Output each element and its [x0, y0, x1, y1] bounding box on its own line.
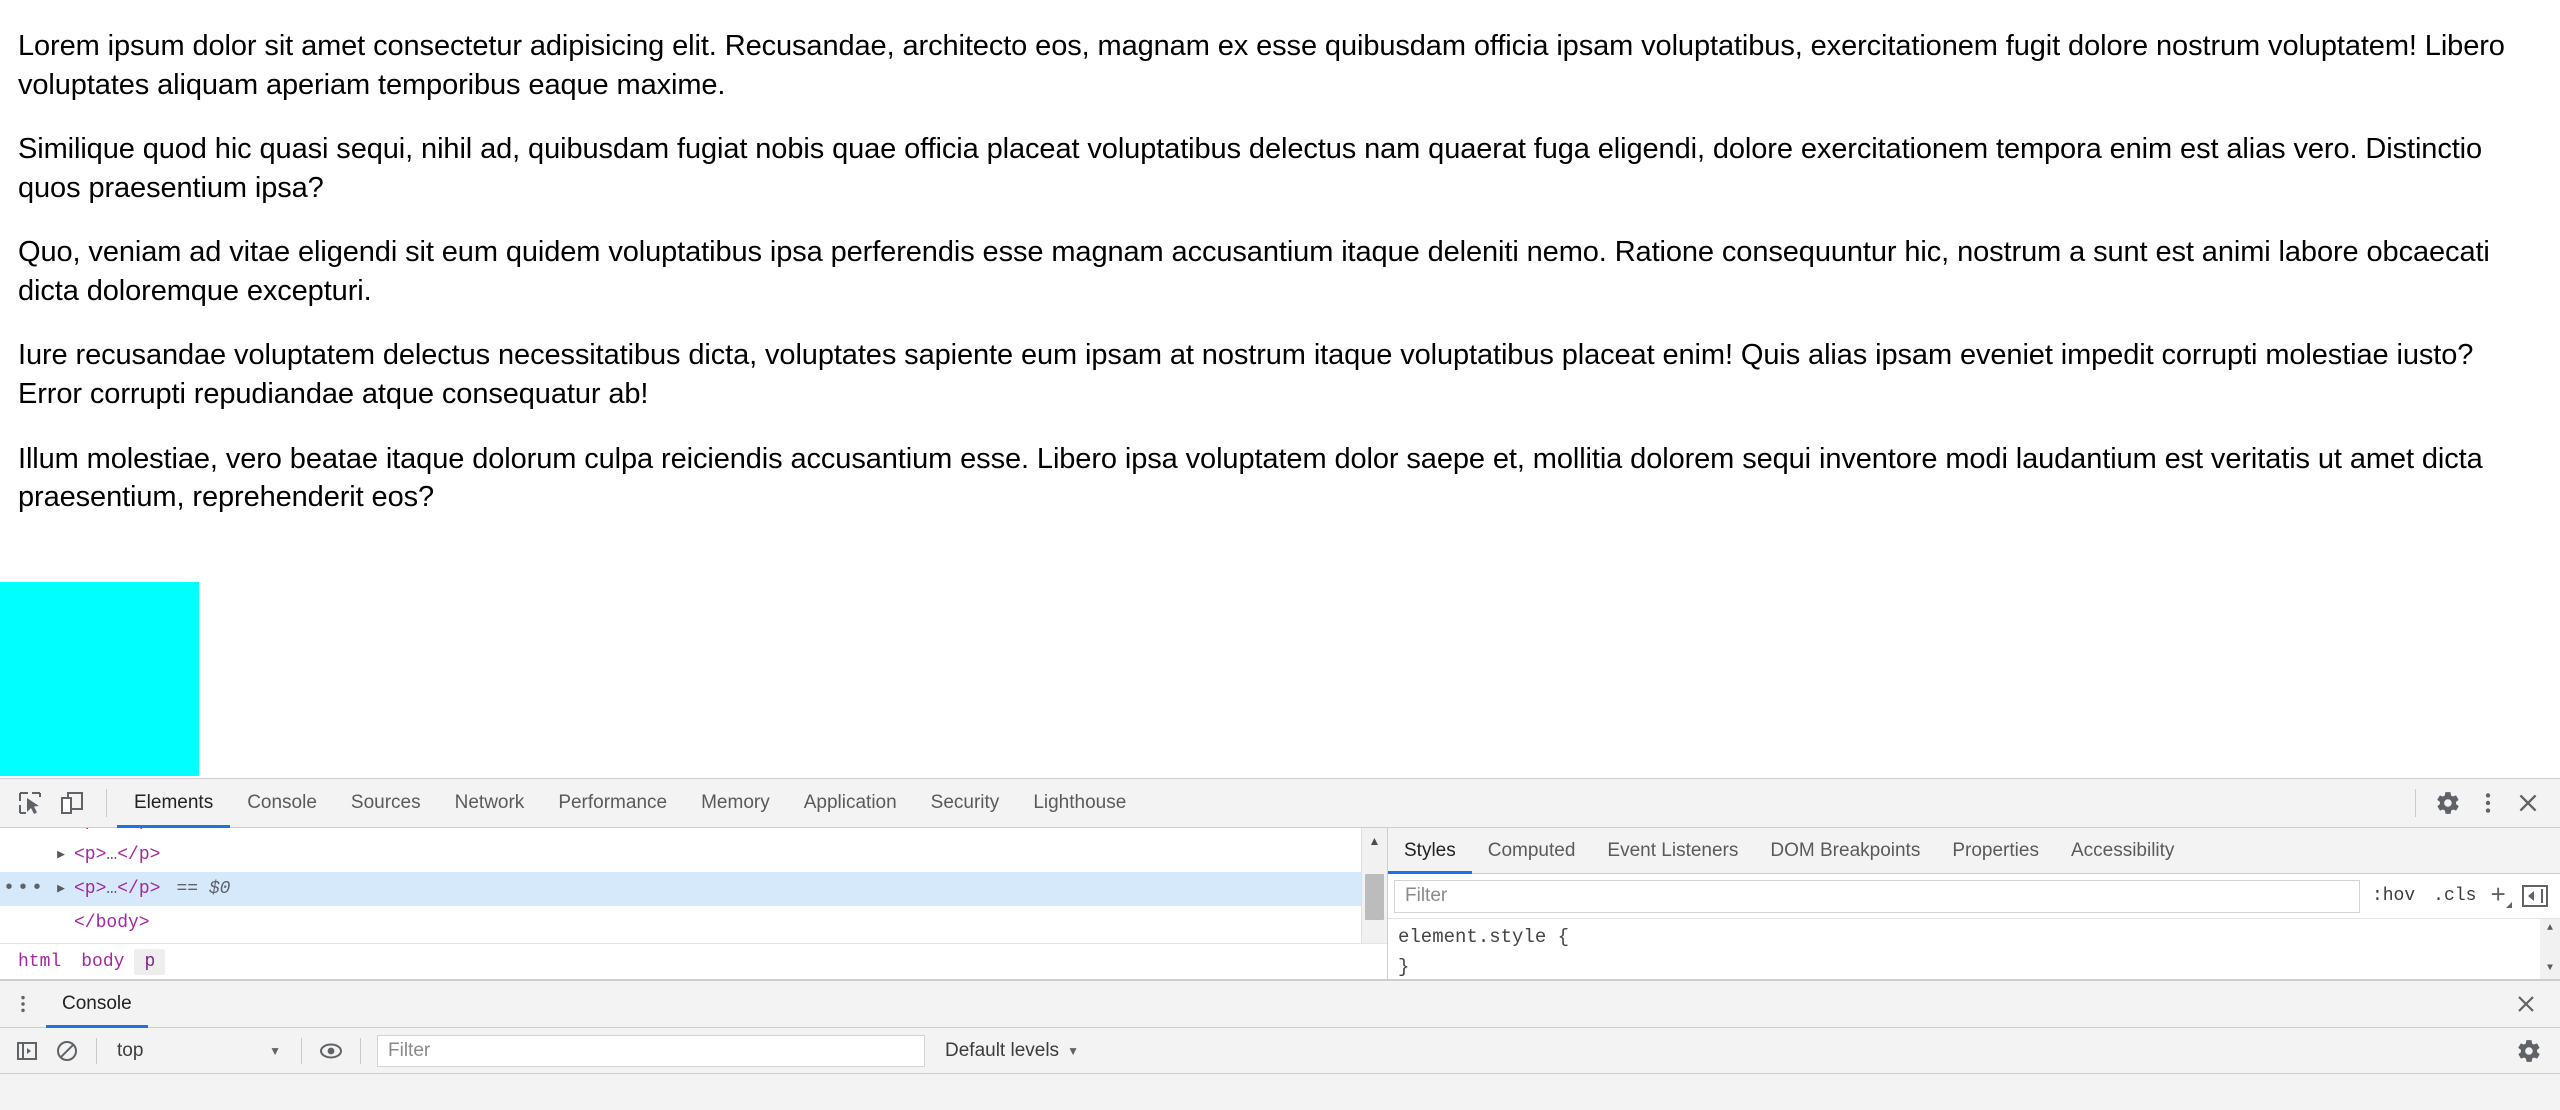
page-content: Lorem ipsum dolor sit amet consectetur a… — [0, 27, 2560, 517]
dom-tag-open: <p> — [74, 879, 107, 899]
breadcrumb-item-html[interactable]: html — [8, 949, 71, 975]
close-icon[interactable] — [2510, 785, 2546, 821]
tab-event-listeners[interactable]: Event Listeners — [1591, 828, 1754, 873]
toolbar-divider — [2415, 789, 2416, 817]
scrollbar-thumb[interactable] — [1365, 874, 1384, 920]
devtools-main-tabs: Elements Console Sources Network Perform… — [117, 779, 1143, 828]
breadcrumb: html body p — [0, 943, 1387, 979]
dom-tag-close: </p> — [117, 879, 161, 899]
tab-lighthouse[interactable]: Lighthouse — [1016, 779, 1143, 827]
console-filter-input[interactable] — [377, 1034, 925, 1067]
console-context-value: top — [117, 1039, 144, 1061]
page-paragraph: Similique quod hic quasi sequi, nihil ad… — [18, 133, 2483, 204]
drawer-tabbar: Console — [0, 981, 2560, 1028]
page-paragraph: Iure recusandae voluptatem delectus nece… — [18, 339, 2474, 410]
tab-sources[interactable]: Sources — [334, 779, 438, 827]
kebab-menu-icon[interactable] — [0, 993, 46, 1015]
page-paragraph: Lorem ipsum dolor sit amet consectetur a… — [18, 30, 2505, 101]
page-paragraph: Illum molestiae, vero beatae itaque dolo… — [18, 442, 2483, 514]
inspect-element-icon[interactable] — [12, 785, 48, 821]
chevron-right-icon[interactable]: ▶ — [48, 828, 74, 838]
tab-application[interactable]: Application — [787, 779, 914, 827]
console-toolbar: top ▼ Default levels ▼ — [0, 1028, 2560, 1074]
styles-rules: element.style { } ▲ ▼ — [1388, 919, 2560, 979]
dom-tag-open: </body> — [74, 913, 150, 933]
tab-performance[interactable]: Performance — [541, 779, 684, 827]
tab-computed[interactable]: Computed — [1472, 828, 1592, 873]
chevron-right-icon[interactable]: ▶ — [48, 872, 74, 906]
style-rule-close: } — [1398, 956, 1410, 978]
page-paragraph: Quo, veniam ad vitae eligendi sit eum qu… — [18, 236, 2490, 307]
tab-styles[interactable]: Styles — [1388, 828, 1472, 874]
dom-tag-close: </p> — [117, 828, 160, 838]
close-icon[interactable] — [2514, 992, 2560, 1016]
console-sidebar-icon[interactable] — [10, 1034, 44, 1068]
element-highlight-overlay — [0, 582, 199, 776]
dom-row-more-icon[interactable]: ••• — [0, 872, 48, 906]
dom-selected-ref: == $0 — [176, 879, 231, 899]
dom-tag-open: <p> — [74, 845, 107, 865]
tab-network[interactable]: Network — [438, 779, 542, 827]
dom-tree-pane: ▶ <p> … </p> ▶ <p> … </p> ••• ▶ <p> … — [0, 828, 1387, 979]
live-expression-icon[interactable] — [314, 1034, 348, 1068]
tab-elements[interactable]: Elements — [117, 779, 231, 828]
tab-properties[interactable]: Properties — [1936, 828, 2055, 873]
styles-scrollbar[interactable]: ▲ ▼ — [2540, 919, 2560, 979]
devtools-tabbar: Elements Console Sources Network Perform… — [0, 779, 2560, 828]
styles-tabbar: Styles Computed Event Listeners DOM Brea… — [1388, 828, 2560, 874]
breadcrumb-item-p[interactable]: p — [134, 948, 166, 975]
styles-controls: :hov .cls + — [2360, 883, 2556, 909]
toolbar-divider — [96, 1037, 97, 1064]
devtools-panel: Elements Console Sources Network Perform… — [0, 778, 2560, 1110]
computed-sidebar-toggle-icon[interactable] — [2522, 885, 2548, 907]
style-rule-selector[interactable]: element.style { — [1398, 922, 2560, 952]
console-log-levels-selector[interactable]: Default levels ▼ — [945, 1040, 1079, 1062]
dom-tree-row[interactable]: ▶ <p> … </p> — [0, 838, 1361, 872]
dom-tag-close: </p> — [117, 845, 161, 865]
kebab-menu-icon[interactable] — [2470, 785, 2506, 821]
chevron-right-icon[interactable]: ▶ — [48, 838, 74, 872]
cls-toggle-button[interactable]: .cls — [2429, 884, 2480, 908]
console-log-levels-label: Default levels — [945, 1039, 1060, 1061]
dom-tree-row-selected[interactable]: ••• ▶ <p> … </p> == $0 — [0, 872, 1361, 906]
clear-console-icon[interactable] — [50, 1034, 84, 1068]
dom-ellipsis: … — [106, 879, 118, 899]
chevron-down-icon: ▼ — [269, 1043, 281, 1058]
hov-toggle-button[interactable]: :hov — [2368, 884, 2419, 908]
toolbar-divider — [360, 1037, 361, 1064]
tab-memory[interactable]: Memory — [684, 779, 787, 827]
console-toolbar-actions — [2512, 1034, 2560, 1068]
drawer-tab-console[interactable]: Console — [46, 981, 148, 1028]
toolbar-divider — [301, 1037, 302, 1064]
dom-ellipsis: … — [106, 828, 117, 838]
breadcrumb-item-body[interactable]: body — [71, 949, 134, 975]
scroll-up-icon[interactable]: ▲ — [1362, 828, 1387, 854]
dom-tree-row[interactable]: ▶ <p> … </p> — [0, 828, 1361, 838]
devtools-tool-icons — [0, 785, 117, 821]
gear-icon[interactable] — [2430, 785, 2466, 821]
console-settings-icon[interactable] — [2512, 1034, 2546, 1068]
console-context-selector[interactable]: top ▼ — [109, 1040, 289, 1062]
styles-filter-bar: :hov .cls + — [1388, 874, 2560, 919]
tab-console[interactable]: Console — [230, 779, 334, 827]
styles-pane: Styles Computed Event Listeners DOM Brea… — [1387, 828, 2560, 979]
devtools-tabbar-actions — [2405, 785, 2560, 821]
styles-filter-input[interactable] — [1394, 879, 2360, 913]
scroll-down-icon[interactable]: ▼ — [2540, 959, 2560, 979]
scroll-up-icon[interactable]: ▲ — [2540, 919, 2560, 939]
dom-ellipsis: … — [106, 845, 118, 865]
dom-tag-open: <p> — [74, 828, 106, 838]
tab-dom-breakpoints[interactable]: DOM Breakpoints — [1754, 828, 1936, 873]
toolbar-divider — [106, 789, 107, 817]
devtools-body: ▶ <p> … </p> ▶ <p> … </p> ••• ▶ <p> … — [0, 828, 2560, 980]
page-viewport: Lorem ipsum dolor sit amet consectetur a… — [0, 0, 2560, 778]
tab-accessibility[interactable]: Accessibility — [2055, 828, 2190, 873]
dom-tree-row[interactable]: ▶ </body> — [0, 906, 1361, 940]
console-drawer: Console top ▼ Filter Default levels ▼ — [0, 980, 2560, 1110]
new-style-rule-button[interactable]: + — [2490, 883, 2512, 909]
tab-security[interactable]: Security — [914, 779, 1017, 827]
chevron-down-icon: ▼ — [1067, 1043, 1079, 1058]
device-toolbar-icon[interactable] — [54, 785, 90, 821]
